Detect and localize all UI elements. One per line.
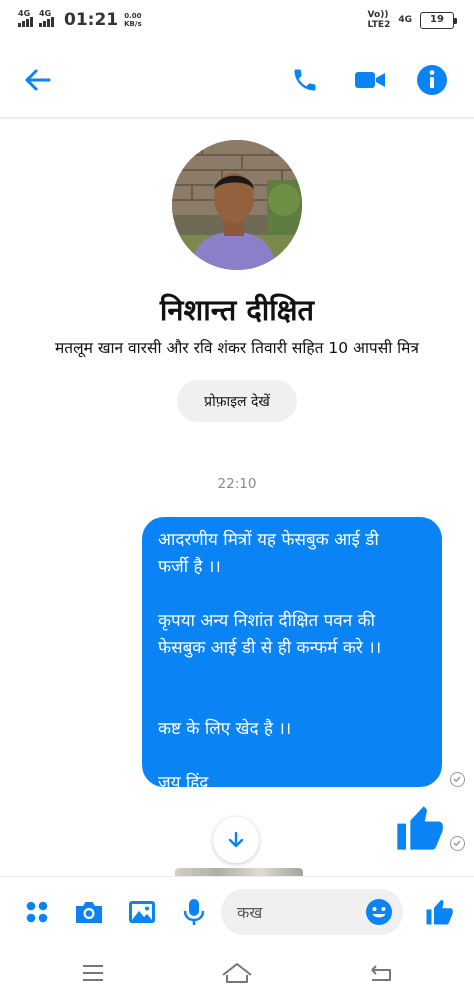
message-bubble[interactable]: आदरणीय मित्रों यह फेसबुक आई डी फर्जी है … — [142, 517, 442, 793]
network-type-3: 4G — [398, 15, 412, 25]
status-right: Vo)) LTE2 4G 19 — [368, 10, 457, 30]
scroll-to-bottom-button[interactable] — [213, 817, 259, 863]
voice-message-button[interactable] — [177, 895, 211, 929]
message-timestamp: 22:10 — [217, 476, 257, 492]
camera-icon — [76, 902, 102, 923]
message-line: फर्जी है ।। — [158, 557, 221, 577]
battery-icon: 19 — [420, 11, 457, 29]
avatar[interactable] — [172, 140, 302, 270]
back-button[interactable] — [17, 60, 57, 100]
apps-dots-icon — [26, 901, 48, 923]
microphone-icon — [183, 899, 205, 925]
info-icon — [417, 65, 447, 95]
emoji-icon — [366, 899, 392, 925]
sent-like-sticker — [393, 802, 445, 854]
message-line: कृपया अन्य निशांत दीक्षित पवन की — [158, 611, 376, 631]
delivered-check-icon — [450, 772, 465, 787]
message-input[interactable] — [237, 900, 357, 924]
profile-photo — [172, 140, 302, 270]
back-nav-button[interactable] — [359, 958, 403, 988]
chat-header — [0, 40, 474, 118]
camera-button[interactable] — [72, 895, 106, 929]
home-icon — [222, 963, 252, 983]
data-speed-value: 0.00 — [124, 12, 142, 20]
data-speed: 0.00 KB/s — [124, 12, 141, 28]
battery-level: 19 — [430, 13, 444, 25]
contact-name: निशान्त दीक्षित — [159, 293, 315, 327]
gallery-button[interactable] — [125, 895, 159, 929]
audio-call-button[interactable] — [285, 60, 325, 100]
message-line — [158, 662, 426, 689]
message-line: फेसबुक आई डी से ही कन्फर्म करे ।। — [158, 638, 382, 658]
view-profile-button[interactable]: प्रोफ़ाइल देखें — [177, 380, 297, 422]
back-nav-icon — [371, 965, 391, 981]
signal-icon-1: 4G — [18, 9, 33, 27]
recent-apps-button[interactable] — [71, 958, 115, 988]
phone-icon — [294, 69, 316, 91]
message-composer — [0, 876, 474, 946]
network-type-2: 4G — [39, 9, 52, 18]
signal-icon-2: 4G — [39, 9, 54, 27]
message-input-container — [221, 889, 403, 935]
volte-indicator: Vo)) LTE2 — [368, 10, 391, 30]
thumbs-up-icon — [397, 806, 443, 850]
message-line — [158, 689, 426, 716]
message-line: कष्ट के लिए खेद है ।। — [158, 719, 292, 739]
arrow-down-icon — [228, 831, 244, 848]
clock: 01:21 — [64, 10, 119, 30]
message-line — [158, 743, 426, 770]
more-actions-button[interactable] — [20, 895, 54, 929]
message-line — [158, 581, 426, 608]
status-bar: 4G 4G 01:21 0.00 KB/s Vo)) LTE2 4G 19 — [0, 0, 474, 40]
video-camera-icon — [355, 72, 385, 88]
status-left: 4G 4G 01:21 0.00 KB/s — [18, 9, 142, 30]
video-call-button[interactable] — [350, 60, 390, 100]
thumbs-up-icon — [426, 899, 453, 925]
mutual-friends-text: मतलूम खान वारसी और रवि शंकर तिवारी सहित … — [55, 339, 419, 357]
message-line: आदरणीय मित्रों यह फेसबुक आई डी — [158, 530, 379, 550]
arrow-left-icon — [25, 69, 51, 91]
emoji-button[interactable] — [365, 898, 393, 926]
system-navigation-bar — [0, 946, 474, 1000]
image-icon — [129, 901, 155, 923]
like-button[interactable] — [422, 895, 456, 929]
home-button[interactable] — [215, 958, 259, 988]
menu-lines-icon — [83, 965, 103, 981]
network-type-1: 4G — [18, 9, 31, 18]
data-speed-unit: KB/s — [124, 20, 142, 28]
volte-label: Vo)) — [367, 10, 389, 20]
lte-label: LTE2 — [367, 20, 391, 30]
message-line: जय हिंद — [158, 773, 209, 793]
previous-photo-peek — [175, 868, 303, 876]
info-button[interactable] — [412, 60, 452, 100]
delivered-check-icon — [450, 836, 465, 851]
